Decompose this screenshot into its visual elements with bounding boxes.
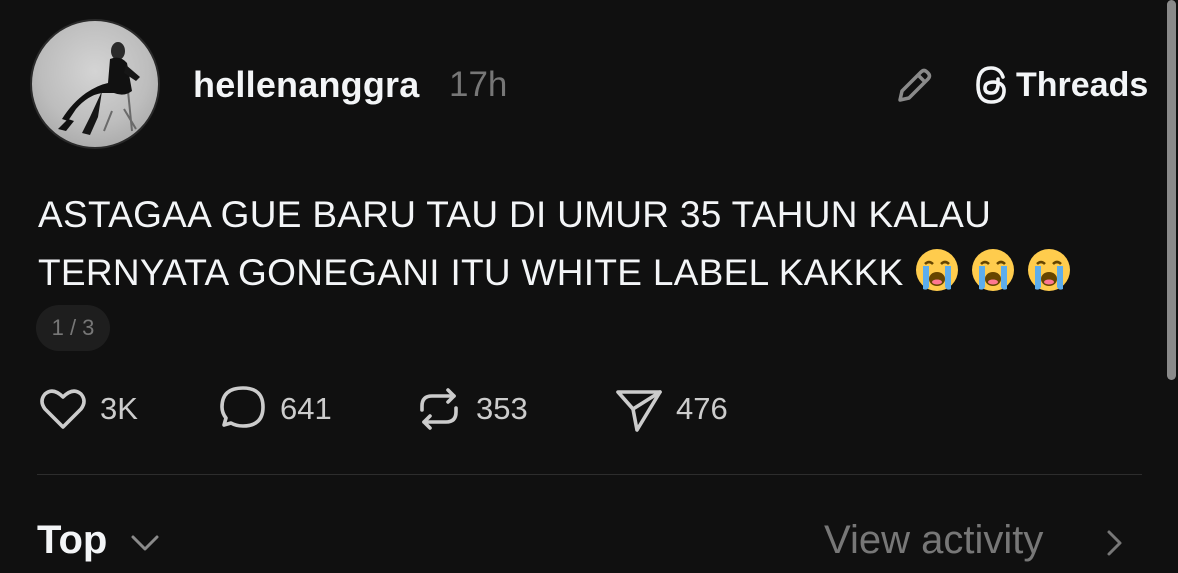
post-author-username[interactable]: hellenanggra [193, 64, 419, 106]
like-button[interactable]: 3K [36, 384, 138, 434]
heart-icon [40, 389, 86, 429]
profile-photo-icon [58, 42, 140, 135]
loudly-crying-face-icon [1027, 249, 1070, 291]
chevron-down-icon[interactable] [128, 528, 162, 558]
scrollbar[interactable] [1167, 0, 1176, 380]
share-button[interactable]: 476 [612, 384, 728, 434]
comment-bubble-icon [220, 386, 265, 428]
share-count: 476 [676, 391, 728, 426]
loudly-crying-face-icon [971, 249, 1014, 291]
threads-post-view: hellenanggra 17h Threads ASTAGAA GUE BAR… [0, 0, 1178, 573]
post-body: ASTAGAA GUE BARU TAU DI UMUR 35 TAHUN KA… [38, 186, 1138, 302]
repost-button[interactable]: 353 [412, 384, 528, 434]
repost-icon [420, 388, 458, 430]
reply-button[interactable]: 641 [216, 384, 332, 434]
threads-logo-icon [976, 66, 1006, 104]
pencil-icon[interactable] [890, 62, 938, 110]
replies-sort-dropdown[interactable]: Top [37, 518, 107, 563]
reply-count: 641 [280, 391, 332, 426]
send-icon [616, 390, 662, 432]
like-count: 3K [100, 391, 138, 426]
carousel-page-indicator: 1 / 3 [36, 305, 110, 351]
post-timestamp: 17h [449, 65, 508, 104]
divider [37, 474, 1142, 475]
post-text: ASTAGAA GUE BARU TAU DI UMUR 35 TAHUN KA… [38, 194, 992, 293]
threads-app-label: Threads [1016, 66, 1149, 104]
view-activity-link[interactable]: View activity [824, 518, 1043, 563]
chevron-right-icon[interactable] [1100, 526, 1128, 560]
loudly-crying-face-icon [915, 249, 958, 291]
avatar[interactable] [30, 19, 160, 149]
repost-count: 353 [476, 391, 528, 426]
